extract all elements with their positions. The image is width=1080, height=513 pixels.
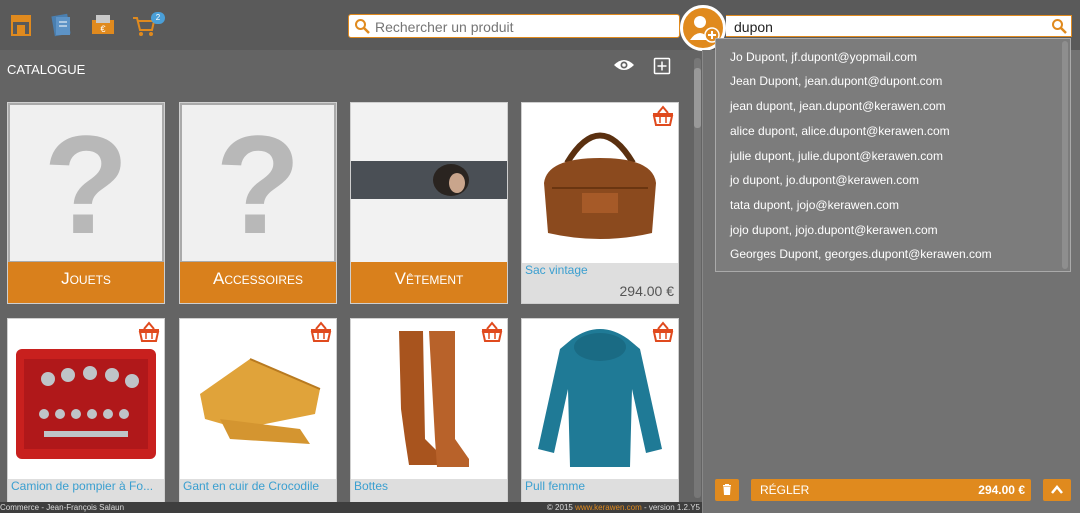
- cart-total: 294.00 €: [978, 483, 1025, 497]
- customer-suggestion[interactable]: jo dupont, jo.dupont@kerawen.com: [730, 173, 919, 187]
- pay-button[interactable]: RÉGLER 294.00 €: [751, 479, 1031, 501]
- customer-suggestion[interactable]: Jo Dupont, jf.dupont@yopmail.com: [730, 50, 917, 64]
- eye-icon[interactable]: [613, 57, 635, 78]
- category-label: Jouets: [8, 262, 164, 303]
- chevron-up-icon: [1051, 485, 1063, 494]
- search-icon: [354, 18, 370, 39]
- category-label: Vêtement: [351, 262, 507, 303]
- basket-icon[interactable]: [137, 321, 161, 348]
- basket-icon[interactable]: [651, 105, 675, 132]
- category-tile-vetement[interactable]: Vêtement: [350, 102, 508, 304]
- product-tile-pull-femme[interactable]: Pull femme: [521, 318, 679, 513]
- ticket-icon[interactable]: €: [90, 12, 116, 38]
- customer-suggestion[interactable]: julie dupont, julie.dupont@kerawen.com: [730, 149, 943, 163]
- footer-copyright: © 2015: [546, 503, 576, 512]
- basket-icon[interactable]: [480, 321, 504, 348]
- product-tile-gant[interactable]: Gant en cuir de Crocodile: [179, 318, 337, 513]
- product-price: 294.00 €: [619, 283, 675, 299]
- placeholder-image: ?: [180, 103, 336, 263]
- search-icon[interactable]: [1051, 18, 1067, 39]
- customer-search-input[interactable]: [734, 18, 1034, 35]
- product-name: Bottes: [354, 479, 389, 493]
- pay-label: RÉGLER: [760, 483, 810, 497]
- customer-suggestions-dropdown: Jo Dupont, jf.dupont@yopmail.com Jean Du…: [715, 38, 1071, 272]
- product-tile-camion[interactable]: Camion de pompier à Fo...: [7, 318, 165, 513]
- customer-suggestion[interactable]: tata dupont, jojo@kerawen.com: [730, 198, 899, 212]
- shop-icon[interactable]: [8, 12, 34, 38]
- customer-suggestion[interactable]: Jean Dupont, jean.dupont@dupont.com: [730, 74, 942, 88]
- basket-icon[interactable]: [309, 321, 333, 348]
- footer-shop-name: Commerce - Jean-François Salaun: [0, 503, 125, 512]
- placeholder-image: ?: [8, 103, 164, 263]
- catalogue-header: CATALOGUE: [0, 50, 695, 90]
- category-tile-jouets[interactable]: ? Jouets: [7, 102, 165, 304]
- catalog-icon[interactable]: [49, 12, 75, 38]
- svg-text:€: €: [100, 24, 105, 34]
- product-tile-bottes[interactable]: Bottes: [350, 318, 508, 513]
- product-name: Sac vintage: [525, 263, 588, 277]
- footer: Commerce - Jean-François Salaun © 2015 w…: [0, 502, 702, 513]
- catalogue-title: CATALOGUE: [7, 62, 86, 77]
- footer-version: - version 1.2.Y5: [641, 503, 700, 512]
- customer-suggestion[interactable]: jojo dupont, jojo.dupont@kerawen.com: [730, 223, 938, 237]
- product-name: Camion de pompier à Fo...: [11, 479, 154, 493]
- product-tile-sac-vintage[interactable]: Sac vintage 294.00 €: [521, 102, 679, 304]
- trash-icon: [723, 484, 731, 495]
- suggestions-scrollbar[interactable]: [1062, 41, 1068, 269]
- customer-suggestion[interactable]: jean dupont, jean.dupont@kerawen.com: [730, 99, 946, 113]
- delete-cart-button[interactable]: [715, 479, 739, 501]
- category-label: Accessoires: [180, 262, 336, 303]
- cart-count-badge: 2: [151, 12, 165, 24]
- product-name: Gant en cuir de Crocodile: [183, 479, 320, 493]
- basket-icon[interactable]: [651, 321, 675, 348]
- customer-suggestion[interactable]: Georges Dupont, georges.dupont@kerawen.c…: [730, 247, 992, 261]
- expand-cart-button[interactable]: [1043, 479, 1071, 501]
- product-name: Pull femme: [525, 479, 586, 493]
- catalogue-scrollbar[interactable]: [694, 58, 701, 498]
- product-search-input[interactable]: [375, 18, 671, 35]
- customer-search-box[interactable]: [726, 15, 1072, 37]
- footer-link[interactable]: www.kerawen.com: [575, 503, 642, 512]
- category-image: [351, 103, 507, 263]
- customer-suggestion[interactable]: alice dupont, alice.dupont@kerawen.com: [730, 124, 950, 138]
- category-tile-accessoires[interactable]: ? Accessoires: [179, 102, 337, 304]
- product-search-box[interactable]: [348, 14, 680, 38]
- expand-icon[interactable]: [653, 57, 671, 80]
